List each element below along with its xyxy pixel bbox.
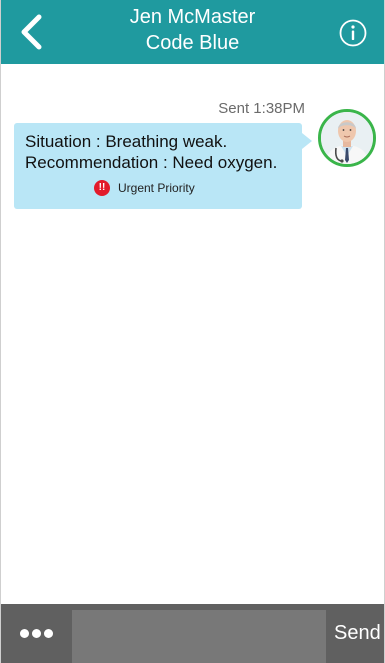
contact-name: Jen McMaster <box>129 6 256 28</box>
info-icon <box>339 19 367 47</box>
header-title-group: Jen McMaster Code Blue <box>61 4 324 56</box>
back-button[interactable] <box>17 14 45 50</box>
message-line-situation: Situation : Breathing weak. <box>25 132 228 151</box>
message-sent-time: Sent 1:38PM <box>218 100 305 117</box>
conversation-header: Jen McMaster Code Blue <box>1 0 384 64</box>
chevron-left-icon <box>21 14 42 50</box>
composer-bar: Send <box>1 604 384 663</box>
message-bubble[interactable]: Situation : Breathing weak. Recommendati… <box>14 123 312 209</box>
more-options-button[interactable] <box>1 604 71 663</box>
message-list[interactable]: Sent 1:38PM Situation : Breathing weak. … <box>1 64 384 604</box>
doctor-avatar-image <box>321 112 373 164</box>
conversation-subtitle: Code Blue <box>145 32 240 54</box>
chat-screen: Jen McMaster Code Blue Sent 1:38PM Situa… <box>0 0 385 663</box>
priority-label: Urgent Priority <box>118 181 195 195</box>
info-button[interactable] <box>338 18 368 48</box>
more-dots-icon <box>19 629 53 638</box>
message-line-recommendation: Recommendation : Need oxygen. <box>25 153 278 172</box>
send-button[interactable]: Send <box>326 604 385 663</box>
message-input[interactable] <box>72 610 326 663</box>
doctor-avatar[interactable] <box>318 109 376 167</box>
priority-indicator: !! Urgent Priority <box>94 179 195 197</box>
urgent-priority-icon: !! <box>94 180 110 196</box>
